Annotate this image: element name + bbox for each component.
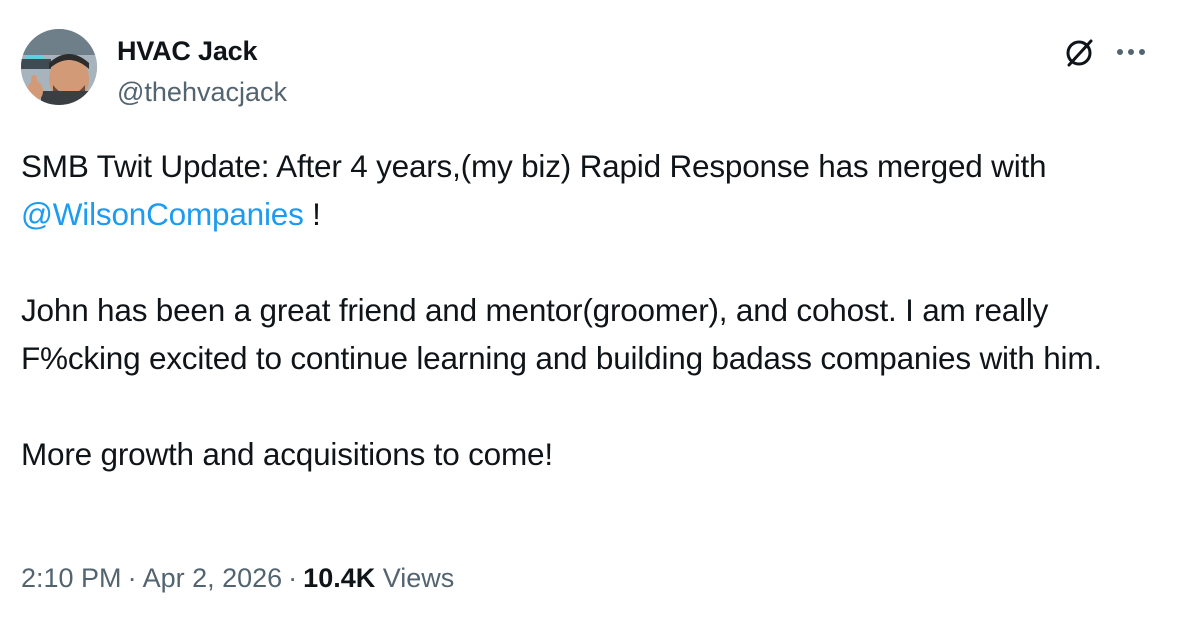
tweet-card: HVAC Jack @thehvacjack SMB Twit Update: …: [0, 0, 1178, 620]
tweet-paragraph-3: More growth and acquisitions to come!: [21, 436, 553, 472]
tweet-meta: 2:10 PM · Apr 2, 2026 · 10.4K Views: [21, 560, 454, 596]
tweet-text: SMB Twit Update: After 4 years,(my biz) …: [21, 142, 1151, 478]
tweet-paragraph-2: John has been a great friend and mentor(…: [21, 292, 1102, 376]
tweet-time[interactable]: 2:10 PM: [21, 563, 122, 593]
tweet-paragraph-1: SMB Twit Update: After 4 years,(my biz) …: [21, 142, 1151, 238]
meta-separator: ·: [127, 563, 137, 593]
mention-link[interactable]: @WilsonCompanies: [21, 196, 304, 232]
tweet-text-line1: SMB Twit Update: After 4 years,(my biz) …: [21, 148, 1047, 184]
views-count[interactable]: 10.4K: [303, 563, 375, 593]
more-horizontal-icon[interactable]: [1112, 37, 1150, 67]
views-label[interactable]: Views: [383, 563, 455, 593]
tweet-text-suffix: !: [303, 196, 321, 232]
avatar[interactable]: [21, 29, 97, 105]
grok-slash-icon[interactable]: [1060, 34, 1098, 72]
meta-separator: ·: [288, 563, 298, 593]
author-display-name[interactable]: HVAC Jack: [117, 34, 257, 68]
tweet-date[interactable]: Apr 2, 2026: [143, 563, 283, 593]
author-handle[interactable]: @thehvacjack: [117, 75, 287, 109]
avatar-photo-icon: [21, 29, 97, 105]
